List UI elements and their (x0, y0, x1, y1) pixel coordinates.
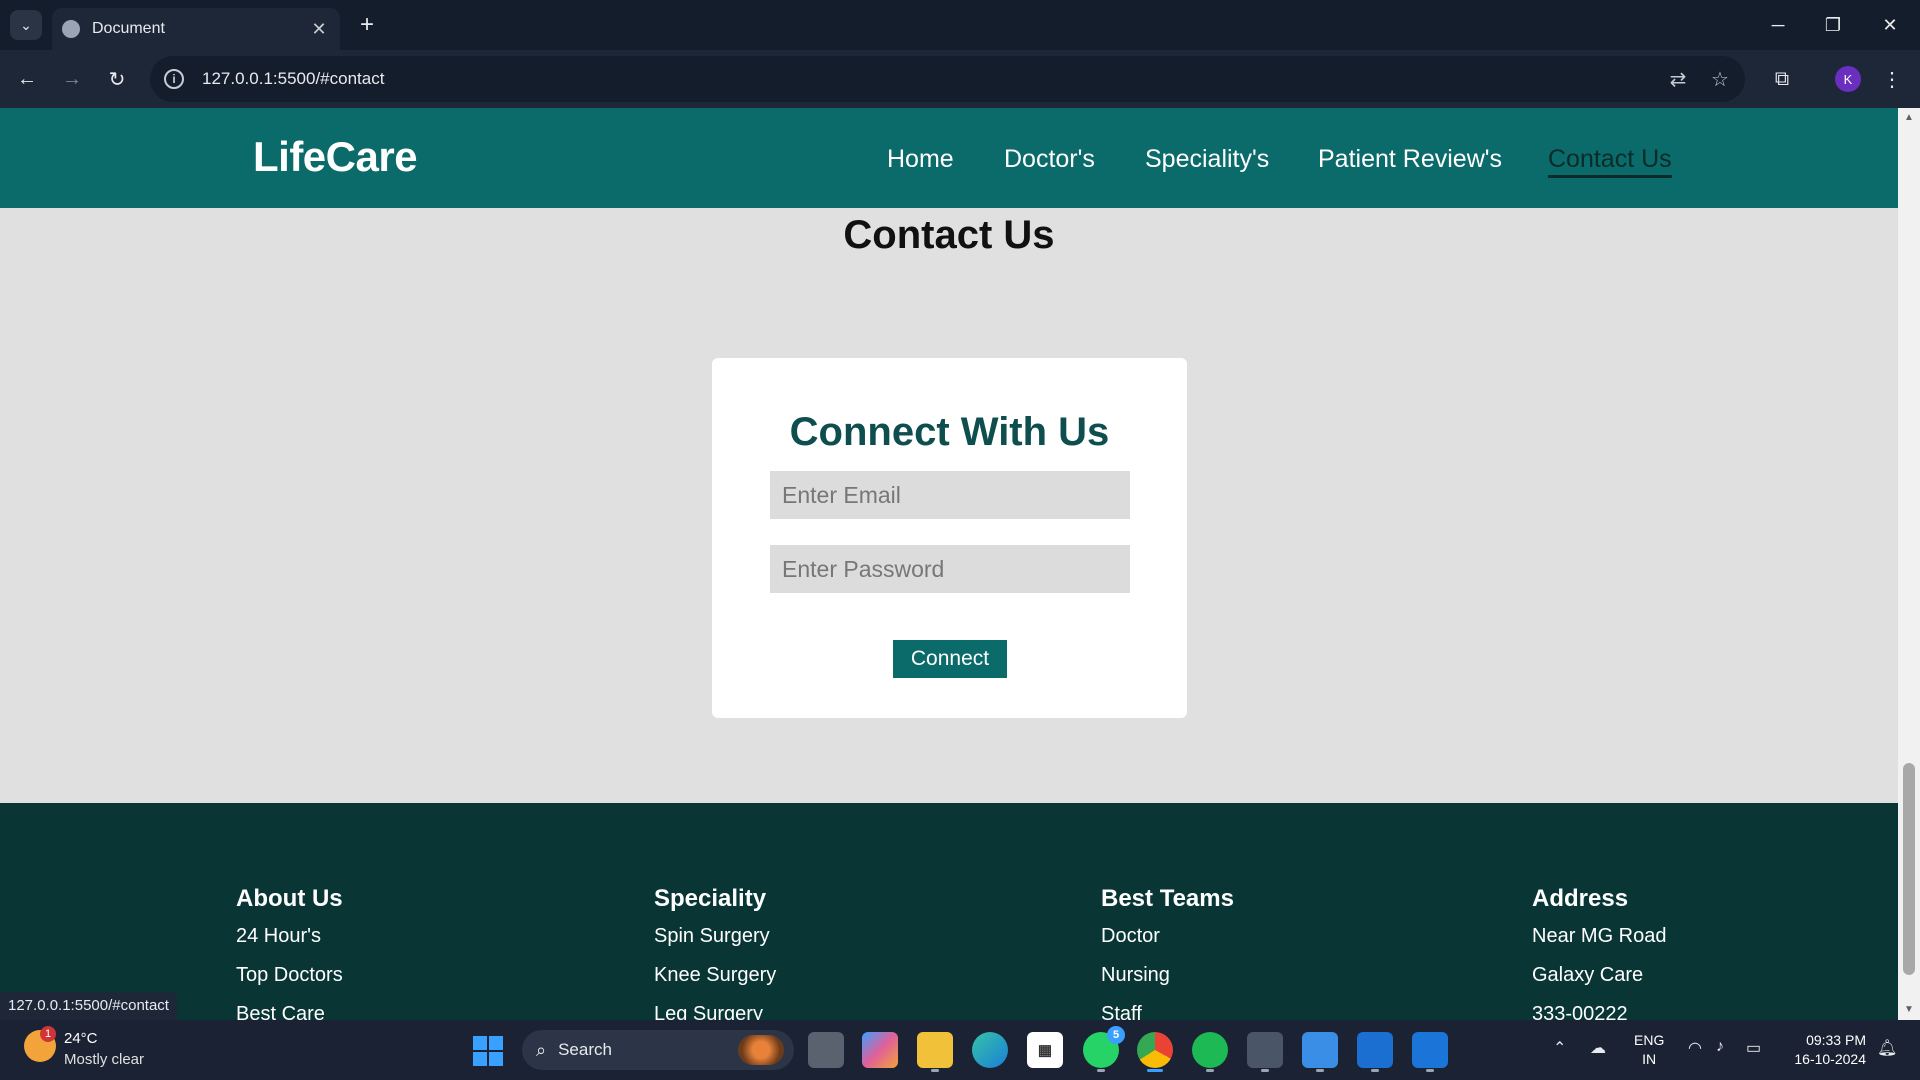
footer-column-address: Address Near MG Road Galaxy Care 333-002… (1532, 885, 1667, 1020)
file-explorer-icon[interactable] (917, 1032, 953, 1072)
taskbar-search[interactable]: ⌕ Search (522, 1030, 794, 1070)
browser-tab[interactable]: Document ✕ (52, 8, 340, 50)
footer-heading: About Us (236, 885, 343, 912)
card-title: Connect With Us (789, 410, 1110, 454)
back-button[interactable]: ← (10, 62, 44, 96)
browser-tabbar: ⌄ Document ✕ + ─ ❐ ✕ (0, 0, 1920, 50)
nav-doctors[interactable]: Doctor's (1004, 145, 1095, 174)
weather-description[interactable]: Mostly clear (64, 1051, 144, 1068)
footer-column-about: About Us 24 Hour's Top Doctors Best Care (236, 885, 343, 1020)
footer-column-speciality: Speciality Spin Surgery Knee Surgery Leg… (654, 885, 776, 1020)
reload-button[interactable]: ↻ (100, 62, 134, 96)
scroll-down-arrow-icon[interactable]: ▼ (1904, 1004, 1914, 1015)
footer-link[interactable]: Nursing (1101, 964, 1234, 1003)
site-footer: About Us 24 Hour's Top Doctors Best Care… (0, 803, 1898, 1020)
footer-text: Near MG Road (1532, 925, 1667, 947)
bookmark-star-icon[interactable]: ☆ (1703, 62, 1737, 96)
clock-date: 16-10-2024 (1794, 1051, 1866, 1067)
footer-link[interactable]: Best Care (236, 1003, 343, 1020)
footer-heading: Best Teams (1101, 885, 1234, 912)
search-label: Search (558, 1040, 612, 1059)
clock-time: 09:33 PM (1806, 1032, 1866, 1048)
nav-home[interactable]: Home (887, 145, 954, 174)
footer-link[interactable]: Knee Surgery (654, 964, 776, 1003)
whatsapp-icon[interactable]: 5 (1083, 1026, 1125, 1072)
url-text[interactable]: 127.0.0.1:5500/#contact (202, 69, 1661, 89)
battery-icon[interactable]: ▭ (1746, 1038, 1761, 1058)
site-header: LifeCare Home Doctor's Speciality's Pati… (0, 108, 1898, 208)
email-field[interactable] (770, 471, 1130, 519)
spotify-icon[interactable] (1192, 1032, 1228, 1072)
outlook-icon[interactable] (1412, 1032, 1448, 1072)
tab-title: Document (92, 20, 165, 37)
search-icon: ⌕ (536, 1039, 547, 1060)
chevron-down-icon: ⌄ (20, 16, 32, 33)
calculator-icon[interactable] (1247, 1032, 1283, 1072)
forward-button[interactable]: → (55, 62, 89, 96)
volume-icon[interactable]: ♪ (1716, 1038, 1724, 1056)
copilot-icon[interactable] (862, 1032, 898, 1068)
new-tab-button[interactable]: + (352, 10, 382, 40)
task-view-icon[interactable] (808, 1032, 844, 1068)
footer-link[interactable]: Staff (1101, 1003, 1234, 1020)
vscode-icon[interactable] (1357, 1032, 1393, 1072)
site-info-icon[interactable]: i (164, 69, 184, 89)
page-scrollbar[interactable]: ▲ ▼ (1898, 108, 1920, 1020)
footer-text: 333-00222 (1532, 1003, 1628, 1020)
scroll-thumb[interactable] (1903, 763, 1915, 975)
password-field[interactable] (770, 545, 1130, 593)
windows-logo-icon (473, 1036, 487, 1050)
nav-specialities[interactable]: Speciality's (1145, 145, 1269, 174)
site-logo[interactable]: LifeCare (253, 133, 418, 181)
microsoft-store-icon[interactable]: ▦ (1027, 1032, 1063, 1068)
region-code: IN (1642, 1051, 1657, 1067)
minimize-button[interactable]: ─ (1758, 8, 1798, 42)
nav-contact-us[interactable]: Contact Us (1548, 145, 1672, 178)
section-title: Contact Us (843, 213, 1055, 257)
extensions-icon[interactable]: ⧉ (1765, 62, 1799, 96)
address-bar[interactable]: i 127.0.0.1:5500/#contact ⇄ ☆ (150, 56, 1745, 102)
chevron-up-icon[interactable]: ⌃ (1553, 1038, 1566, 1058)
windows-taskbar: 1 24°C Mostly clear ⌕ Search ▦ 5 ⌃ ☁ ENG… (0, 1020, 1920, 1080)
start-button[interactable] (473, 1036, 505, 1066)
notification-badge: 1 (40, 1026, 56, 1042)
profile-avatar[interactable]: K (1835, 66, 1861, 92)
close-window-button[interactable]: ✕ (1870, 8, 1910, 42)
footer-link[interactable]: Leg Surgery (654, 1003, 776, 1020)
footer-text: Galaxy Care (1532, 964, 1644, 986)
close-tab-icon[interactable]: ✕ (308, 19, 330, 40)
connect-card: Connect With Us Connect (712, 358, 1187, 718)
system-clock[interactable]: 09:33 PM 16-10-2024 (1782, 1031, 1866, 1069)
browser-toolbar: ← → ↻ i 127.0.0.1:5500/#contact ⇄ ☆ ⧉ K … (0, 50, 1920, 108)
footer-link[interactable]: Spin Surgery (654, 925, 776, 964)
restore-button[interactable]: ❐ (1813, 8, 1853, 42)
onedrive-icon[interactable]: ☁ (1590, 1038, 1606, 1058)
nav-patient-reviews[interactable]: Patient Review's (1318, 145, 1502, 174)
footer-link[interactable]: 24 Hour's (236, 925, 343, 964)
page-viewport: LifeCare Home Doctor's Speciality's Pati… (0, 108, 1898, 1020)
language-code: ENG (1634, 1032, 1665, 1048)
footer-column-teams: Best Teams Doctor Nursing Staff (1101, 885, 1234, 1020)
footer-link[interactable]: Top Doctors (236, 964, 343, 1003)
translate-icon[interactable]: ⇄ (1661, 62, 1695, 96)
wifi-icon[interactable]: ◠ (1688, 1038, 1702, 1058)
menu-kebab-icon[interactable]: ⋮ (1875, 62, 1909, 96)
footer-heading: Speciality (654, 885, 767, 912)
connect-button[interactable]: Connect (893, 640, 1007, 678)
search-highlight-image (738, 1035, 784, 1065)
notification-bell-icon[interactable]: 🔔︎ (1877, 1038, 1897, 1058)
scroll-up-arrow-icon[interactable]: ▲ (1904, 112, 1914, 123)
globe-icon (62, 20, 80, 38)
footer-link[interactable]: Doctor (1101, 925, 1234, 964)
photos-icon[interactable] (1302, 1032, 1338, 1072)
tab-search-button[interactable]: ⌄ (10, 10, 42, 40)
footer-heading: Address (1532, 885, 1629, 912)
edge-icon[interactable] (972, 1032, 1008, 1068)
language-indicator[interactable]: ENG IN (1634, 1031, 1664, 1069)
chrome-icon[interactable] (1137, 1032, 1173, 1072)
weather-temperature[interactable]: 24°C (64, 1030, 98, 1047)
link-status-bubble: 127.0.0.1:5500/#contact (0, 992, 177, 1020)
whatsapp-badge: 5 (1107, 1026, 1125, 1044)
